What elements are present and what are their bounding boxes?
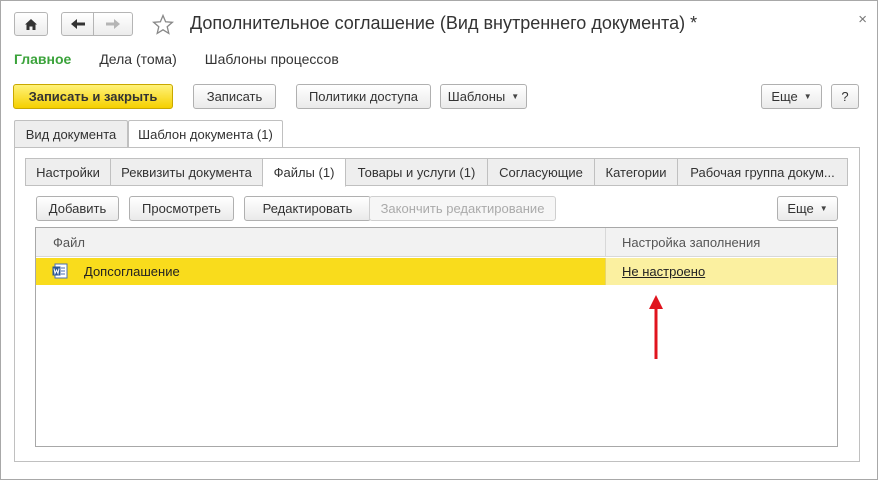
chevron-down-icon: ▼: [819, 204, 828, 213]
arrow-left-icon: [70, 19, 85, 29]
view-file-button[interactable]: Просмотреть: [129, 196, 234, 221]
table-row[interactable]: Допсоглашение Не настроено: [36, 258, 837, 285]
chevron-down-icon: ▼: [803, 92, 812, 101]
templates-dropdown-button[interactable]: Шаблоны ▼: [440, 84, 527, 109]
tab-categories[interactable]: Категории: [594, 158, 678, 186]
files-more-label: Еще: [787, 201, 814, 216]
red-arrow-icon: [649, 295, 663, 359]
tab-goods-services[interactable]: Товары и услуги (1): [345, 158, 488, 186]
star-icon[interactable]: [152, 14, 174, 35]
tab-document-attributes[interactable]: Реквизиты документа: [110, 158, 263, 186]
home-button[interactable]: [14, 12, 48, 36]
template-panel: Настройки Реквизиты документа Файлы (1) …: [14, 147, 860, 462]
tab-files[interactable]: Файлы (1): [262, 158, 346, 187]
more-label: Еще: [771, 89, 798, 104]
tab-document-type[interactable]: Вид документа: [14, 120, 128, 147]
finish-editing-button[interactable]: Закончить редактирование: [369, 196, 556, 221]
tab-settings[interactable]: Настройки: [25, 158, 111, 186]
access-policies-button[interactable]: Политики доступа: [296, 84, 431, 109]
home-icon: [25, 18, 37, 30]
chevron-down-icon: ▼: [511, 92, 520, 101]
arrow-right-icon: [106, 19, 120, 29]
nav-cases[interactable]: Дела (тома): [99, 51, 176, 67]
forward-button[interactable]: [93, 12, 133, 36]
back-button[interactable]: [61, 12, 94, 36]
files-more-dropdown-button[interactable]: Еще ▼: [777, 196, 838, 221]
add-file-button[interactable]: Добавить: [36, 196, 119, 221]
section-nav: Главное Дела (тома) Шаблоны процессов: [14, 51, 367, 67]
tab-document-template[interactable]: Шаблон документа (1): [128, 120, 283, 148]
files-table[interactable]: Файл Настройка заполнения Допсоглашение …: [35, 227, 838, 447]
document-window: Дополнительное соглашение (Вид внутренне…: [0, 0, 878, 480]
save-button[interactable]: Записать: [193, 84, 276, 109]
column-header-fill-setting[interactable]: Настройка заполнения: [622, 235, 760, 250]
nav-process-templates[interactable]: Шаблоны процессов: [205, 51, 339, 67]
close-icon[interactable]: ×: [858, 11, 867, 28]
fill-setting-cell: Не настроено: [605, 258, 837, 285]
save-and-close-button[interactable]: Записать и закрыть: [13, 84, 173, 109]
file-name: Допсоглашение: [84, 264, 180, 279]
word-document-icon: [52, 263, 68, 279]
help-button[interactable]: ?: [831, 84, 859, 109]
templates-label: Шаблоны: [447, 89, 506, 104]
edit-file-button[interactable]: Редактировать: [244, 196, 371, 221]
more-dropdown-button[interactable]: Еще ▼: [761, 84, 822, 109]
table-header: Файл Настройка заполнения: [36, 228, 837, 257]
column-header-file[interactable]: Файл: [53, 235, 85, 250]
fill-setting-link[interactable]: Не настроено: [622, 264, 705, 279]
tab-approvers[interactable]: Согласующие: [487, 158, 595, 186]
window-title: Дополнительное соглашение (Вид внутренне…: [190, 13, 698, 33]
tab-work-group[interactable]: Рабочая группа докум...: [677, 158, 848, 186]
nav-main[interactable]: Главное: [14, 51, 71, 67]
title-bar: Дополнительное соглашение (Вид внутренне…: [1, 1, 877, 47]
